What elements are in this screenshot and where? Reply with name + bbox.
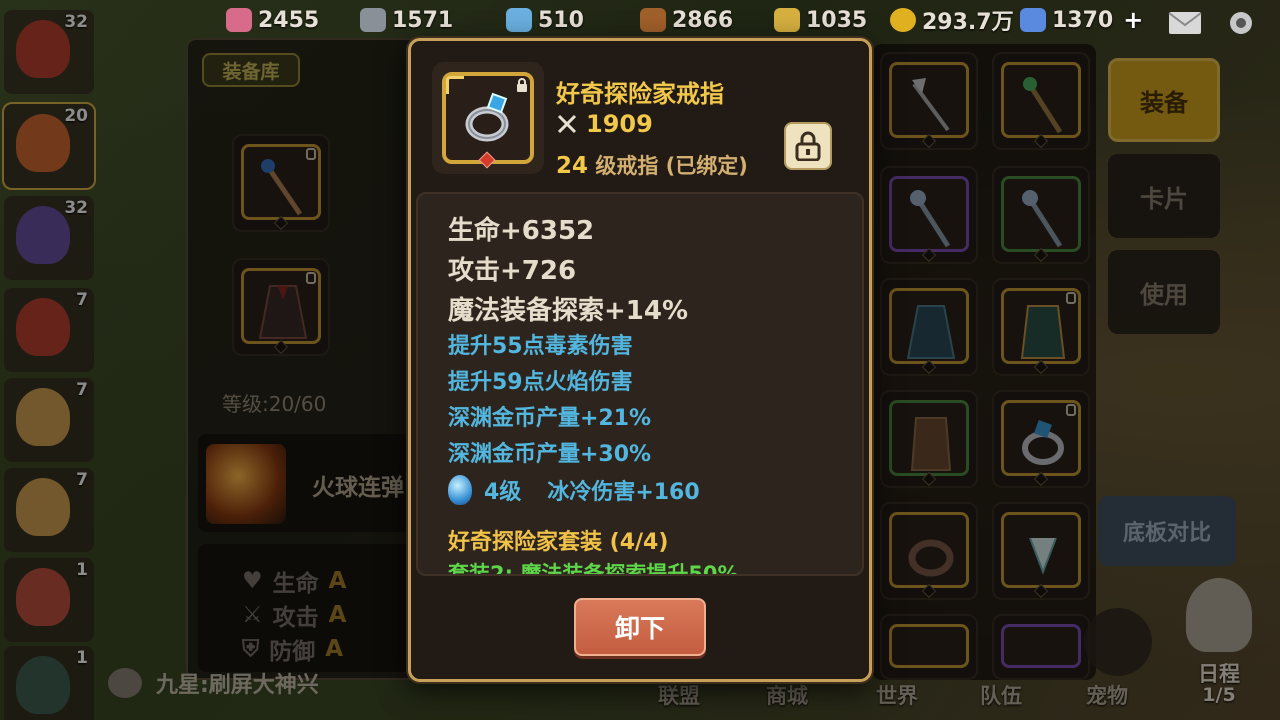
attr-abyss-gold-1: 深渊金币产量+21% [448, 406, 652, 431]
mail-icon[interactable] [1168, 10, 1202, 36]
attr-hp: 生命+6352 [448, 216, 595, 246]
set-bonus: 套装2: 魔法装备探索提升50% [448, 562, 739, 574]
attr-attack: 攻击+726 [448, 256, 577, 286]
unequip-button[interactable]: 卸下 [574, 598, 706, 656]
set-bonus-clip: 套装2: 魔法装备探索提升50% [418, 556, 862, 574]
ring-icon [465, 92, 509, 142]
attr-poison-damage: 提升55点毒素伤害 [448, 334, 633, 359]
resource-pink: 2455 [226, 6, 319, 34]
diamond-icon [1020, 8, 1046, 32]
wheat-icon [774, 8, 800, 32]
item-icon-frame [432, 62, 544, 174]
attr-magic-explore: 魔法装备探索+14% [448, 296, 689, 326]
resource-diamond: 1370 + [1020, 6, 1143, 34]
resource-wood: 2866 [640, 6, 733, 34]
crossed-swords-icon [557, 114, 577, 134]
resource-gold: 293.7万 [890, 6, 1014, 35]
gold-coin-icon [890, 8, 916, 32]
resource-crystal: 510 [506, 6, 584, 34]
item-type-level: 24 级戒指 (已绑定) [556, 153, 748, 179]
ice-gem-icon [448, 475, 472, 505]
padlock-icon [795, 131, 821, 161]
stone-icon [360, 8, 386, 32]
attr-fire-damage: 提升59点火焰伤害 [448, 370, 633, 395]
crystal-icon [506, 8, 532, 32]
resource-wheat: 1035 [774, 6, 867, 34]
gem-socket-row: 4级 冰冷伤害+160 [448, 474, 700, 506]
gem-effect: 冰冷伤害+160 [547, 480, 700, 505]
lock-toggle-button[interactable] [784, 122, 832, 170]
item-name: 好奇探险家戒指 [556, 80, 724, 108]
item-power: 1909 [556, 110, 653, 138]
add-diamond-button[interactable]: + [1123, 6, 1143, 34]
resource-bar: 2455 1571 510 2866 1035 293.7万 1370 + [0, 0, 1280, 40]
resource-stone: 1571 [360, 6, 453, 34]
wood-icon [640, 8, 666, 32]
attr-abyss-gold-2: 深渊金币产量+30% [448, 442, 652, 467]
lock-icon [517, 78, 527, 92]
set-title: 好奇探险家套装 (4/4) [448, 530, 669, 555]
pink-resource-icon [226, 8, 252, 32]
gear-icon[interactable] [1224, 10, 1258, 36]
gem-level: 4级 [484, 480, 522, 505]
